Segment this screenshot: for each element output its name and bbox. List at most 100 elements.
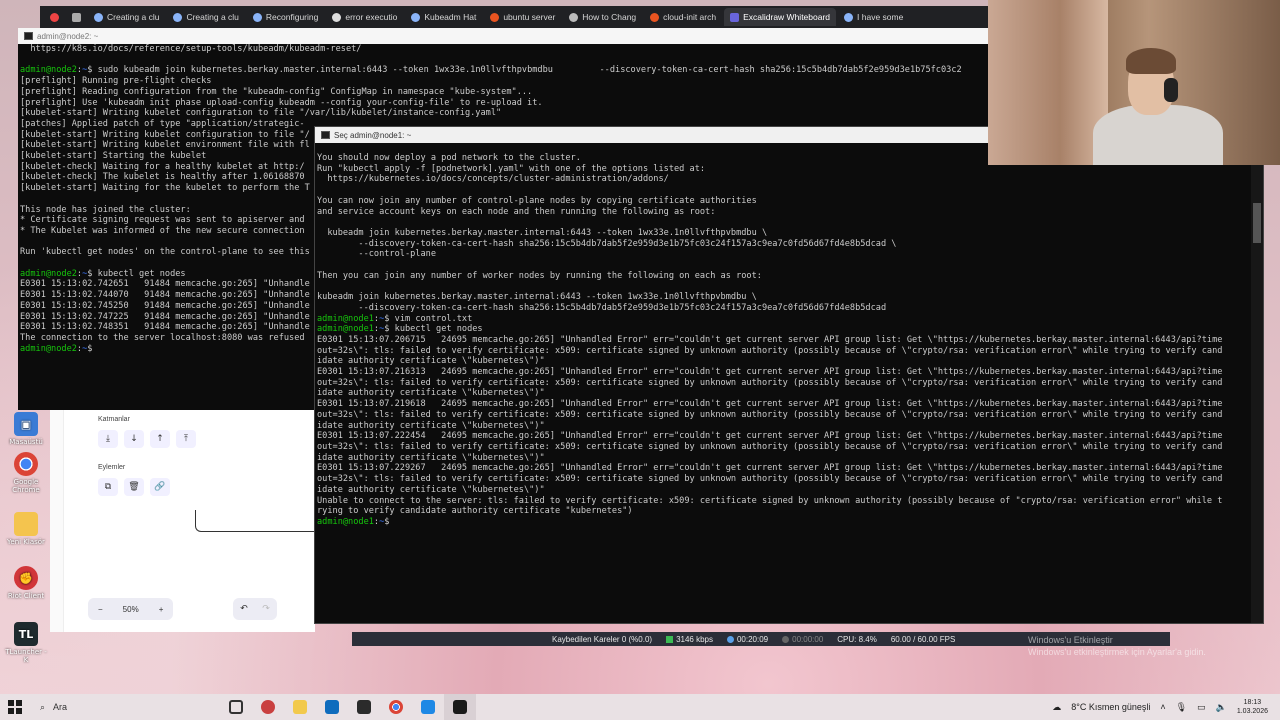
tab-i-have-some[interactable]: I have some: [838, 8, 909, 26]
delete-icon[interactable]: 🗑: [124, 478, 144, 496]
chrome-icon: [389, 700, 403, 714]
terminal-line: out=32s\": tls: failed to verify certifi…: [317, 441, 1223, 452]
terminal-scrollbar[interactable]: [1251, 143, 1263, 623]
terminal-window-node1[interactable]: Seç admin@node1: ~ You should now deploy…: [314, 126, 1264, 624]
terminal-line: [kubelet-start] Writing kubelet configur…: [20, 108, 502, 119]
terminal-line: E0301 15:13:07.229267 24695 memcache.go:…: [317, 463, 1223, 474]
action-buttons: ⧉ 🗑 🔗: [98, 478, 170, 496]
desktop-icon-riot[interactable]: ✊ Riot Client: [4, 566, 48, 600]
stream-icon: [726, 635, 734, 643]
scrollbar-thumb[interactable]: [1253, 203, 1261, 243]
desktop-icon-chrome[interactable]: Google Chrome: [4, 452, 48, 494]
microphone-icon[interactable]: 🎙: [1176, 702, 1187, 713]
store-icon: [357, 700, 371, 714]
taskbar-app-chrome[interactable]: [380, 694, 412, 720]
outlook-icon: [325, 700, 339, 714]
folder-icon: [293, 700, 307, 714]
terminal-line: idate authority certificate \"kubernetes…: [317, 484, 545, 495]
cpu-usage: CPU: 8.4%: [837, 634, 877, 644]
clock[interactable]: 18:13 1.03.2026: [1237, 698, 1268, 716]
tab-pinned-1[interactable]: [44, 8, 64, 26]
terminal-line: E0301 15:13:07.222454 24695 memcache.go:…: [317, 431, 1223, 442]
terminal-line: out=32s\": tls: failed to verify certifi…: [317, 377, 1223, 388]
signal-icon: [666, 635, 674, 643]
task-view-button[interactable]: [220, 694, 252, 720]
undo-icon[interactable]: ↶: [233, 598, 255, 620]
terminal-line: E0301 15:13:07.219618 24695 memcache.go:…: [317, 399, 1223, 410]
network-icon[interactable]: ▭: [1197, 702, 1206, 713]
tab-cloud-init[interactable]: cloud-init arch: [644, 8, 722, 26]
terminal-line: idate authority certificate \"kubernetes…: [317, 420, 545, 431]
tab-reconfiguring[interactable]: Reconfiguring: [247, 8, 324, 26]
duplicate-icon[interactable]: ⧉: [98, 478, 118, 496]
tab-error-execution[interactable]: error executio: [326, 8, 403, 26]
excalidraw-canvas[interactable]: Katmanlar ⤓ ↓ ↑ ⤒ Eylemler ⧉ 🗑 🔗 − 50% +…: [50, 410, 325, 632]
terminal-line: and service account keys on each node an…: [317, 206, 716, 217]
zoom-in-button[interactable]: +: [149, 605, 174, 614]
weather-text[interactable]: 8°C Kısmen güneşli: [1071, 702, 1150, 712]
zoom-control: − 50% +: [88, 598, 174, 620]
terminal-line: Run "kubectl apply -f [podnetwork].yaml"…: [317, 163, 706, 174]
zoom-level[interactable]: 50%: [113, 605, 149, 614]
canvas-shape[interactable]: [195, 510, 325, 532]
volume-icon[interactable]: 🔈: [1216, 702, 1227, 713]
tab-excalidraw[interactable]: Excalidraw Whiteboard: [724, 8, 837, 26]
bring-to-front-icon[interactable]: ⤒: [176, 430, 196, 448]
tab-how-to-change[interactable]: How to Chang: [563, 8, 642, 26]
taskbar-app-terminal[interactable]: [444, 694, 476, 720]
bring-forward-icon[interactable]: ↑: [150, 430, 170, 448]
prompt-path: ~: [82, 65, 88, 76]
ubuntu-icon: [490, 12, 500, 22]
terminal-icon: [321, 131, 330, 139]
desktop-icon-new-folder[interactable]: Yeni Klasör: [4, 512, 48, 546]
system-tray: ☁ 8°C Kısmen güneşli ˄ 🎙 ▭ 🔈 18:13 1.03.…: [1052, 698, 1280, 716]
start-button[interactable]: [0, 700, 30, 714]
taskbar-app-vscode[interactable]: [412, 694, 444, 720]
terminal-line: rying to verify candidate authority cert…: [317, 506, 633, 517]
layers-label: Katmanlar: [98, 416, 130, 423]
zoom-out-button[interactable]: −: [88, 605, 113, 614]
undo-redo-control: ↶ ↷: [233, 598, 277, 620]
headset-icon: [1164, 78, 1178, 102]
tab-kubeadm[interactable]: Kubeadm Hat: [405, 8, 482, 26]
tab-favicon-icon: [72, 12, 81, 22]
ubuntu-icon: [650, 12, 660, 22]
terminal-line: admin@node2:~$ sudo kubeadm join kuberne…: [20, 65, 962, 76]
tab-creating-cluster-2[interactable]: Creating a clu: [167, 8, 244, 26]
prompt-user: admin@node1: [317, 313, 374, 324]
desktop-icon-tlauncher[interactable]: TL TLauncher - K: [4, 622, 48, 664]
terminal-line: kubeadm join kubernetes.berkay.master.in…: [317, 227, 768, 238]
tab-creating-cluster-1[interactable]: Creating a clu: [88, 8, 165, 26]
link-icon[interactable]: 🔗: [150, 478, 170, 496]
tab-favicon-icon: [411, 12, 421, 22]
tab-ubuntu-server[interactable]: ubuntu server: [484, 8, 561, 26]
tab-pinned-2[interactable]: [66, 8, 86, 26]
taskbar-app-outlook[interactable]: [316, 694, 348, 720]
record-icon: [782, 635, 790, 643]
taskbar: ⌕ Ara ☁ 8°C Kısmen güneşli ˄ 🎙 ▭ 🔈 18:13…: [0, 694, 1280, 720]
terminal-titlebar[interactable]: admin@node2: ~: [18, 28, 988, 44]
taskbar-app-explorer[interactable]: [284, 694, 316, 720]
terminal-output-node1[interactable]: You should now deploy a pod network to t…: [315, 143, 1263, 528]
send-to-back-icon[interactable]: ⤓: [98, 430, 118, 448]
redo-icon[interactable]: ↷: [255, 598, 277, 620]
tab-favicon-icon: [844, 12, 854, 22]
record-time: 00:00:00: [782, 635, 823, 644]
taskbar-app-store[interactable]: [348, 694, 380, 720]
terminal-line: admin@node1:~$ vim control.txt: [317, 313, 473, 324]
layer-buttons: ⤓ ↓ ↑ ⤒: [98, 430, 196, 448]
taskbar-search[interactable]: ⌕ Ara: [30, 702, 220, 713]
send-backward-icon[interactable]: ↓: [124, 430, 144, 448]
actions-label: Eylemler: [98, 464, 126, 471]
weather-icon[interactable]: ☁: [1052, 702, 1061, 713]
desktop-icon-desktop[interactable]: ▣ Masaüstü: [4, 412, 48, 446]
chevron-up-icon[interactable]: ˄: [1160, 702, 1165, 712]
webcam-person-hair: [1126, 48, 1176, 74]
obs-icon: [261, 700, 275, 714]
terminal-line: --discovery-token-ca-cert-hash sha256:15…: [317, 302, 887, 313]
excalidraw-icon: [730, 12, 740, 22]
taskbar-app-obs[interactable]: [252, 694, 284, 720]
